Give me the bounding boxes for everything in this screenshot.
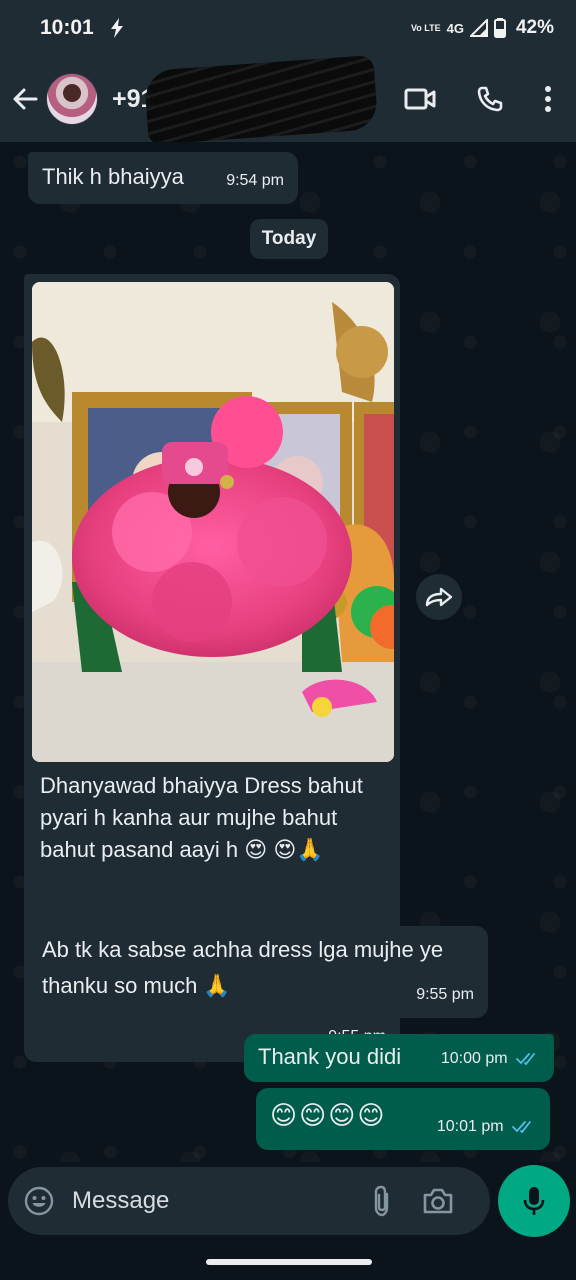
message-time: 10:01 pm	[436, 1118, 504, 1135]
message-text: 😊😊😊😊	[270, 1100, 387, 1130]
status-bar: 10:01 Vo LTE 4G 42%	[0, 0, 576, 56]
emoji-icon[interactable]	[24, 1186, 54, 1216]
bolt-icon	[110, 18, 123, 38]
message-composer	[8, 1167, 490, 1235]
message-time: 10:00 pm	[440, 1050, 508, 1067]
contact-name[interactable]: +91	[112, 55, 379, 145]
redaction-scribble	[143, 55, 379, 145]
message-time: 9:54 pm	[226, 172, 284, 189]
battery-icon	[493, 18, 506, 38]
chat-area[interactable]: Thik h bhaiyya 9:54 pm Today Dhanyawad b…	[0, 142, 576, 1162]
message-text: Thank you didi	[258, 1044, 402, 1069]
avatar[interactable]	[46, 73, 98, 125]
message-time-row: 10:00 pm	[441, 1042, 540, 1076]
more-options-icon[interactable]	[544, 85, 552, 113]
attach-icon[interactable]	[372, 1185, 392, 1217]
message-bubble[interactable]: Thik h bhaiyya 9:54 pm	[28, 152, 298, 204]
message-bubble[interactable]: Ab tk ka sabse achha dress lga mujhe ye …	[28, 926, 488, 1018]
forward-icon	[425, 587, 453, 607]
video-call-icon[interactable]	[404, 87, 436, 111]
photo-image	[32, 282, 394, 762]
message-text: Thik h bhaiyya	[42, 164, 184, 189]
outgoing-message-bubble[interactable]: Thank you didi 10:00 pm	[244, 1034, 554, 1082]
camera-icon[interactable]	[422, 1187, 454, 1215]
message-time-row: 10:01 pm	[437, 1110, 536, 1144]
battery-percent: 42%	[515, 17, 554, 38]
forward-button[interactable]	[416, 574, 462, 620]
status-time: 10:01	[40, 16, 94, 39]
chat-header: +91	[0, 55, 576, 145]
date-separator: Today	[250, 219, 328, 259]
outgoing-message-bubble[interactable]: 😊😊😊😊 10:01 pm	[256, 1088, 550, 1150]
microphone-icon	[523, 1187, 545, 1215]
message-photo[interactable]	[32, 282, 394, 762]
read-ticks-icon	[516, 1052, 535, 1066]
home-indicator[interactable]	[206, 1259, 372, 1265]
back-arrow-icon[interactable]	[10, 84, 40, 114]
system-nav-bar	[0, 1242, 576, 1280]
network-type: 4G	[446, 20, 464, 36]
message-text: Dhanyawad bhaiyya Dress bahut pyari h ka…	[40, 773, 363, 862]
message-time: 9:55 pm	[416, 986, 474, 1003]
signal-icon	[469, 19, 488, 37]
volte-label: Vo LTE	[410, 22, 441, 33]
voice-record-button[interactable]	[498, 1165, 570, 1237]
message-input[interactable]	[72, 1187, 362, 1215]
voice-call-icon[interactable]	[476, 85, 504, 113]
read-ticks-icon	[512, 1120, 531, 1134]
